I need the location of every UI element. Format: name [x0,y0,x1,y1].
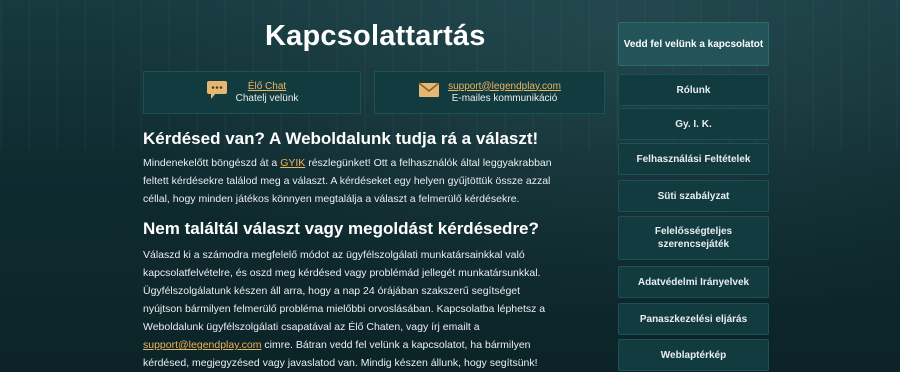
faq-heading: Kérdésed van? A Weboldalunk tudja rá a v… [143,129,539,148]
faq-text: részlegünket! Ott a felhasználók által l… [305,157,552,169]
contact-text: kérdésed, megjegyzésed vagy javaslatod v… [143,357,538,369]
live-chat-subtitle: Chatelj velünk [235,92,299,104]
live-chat-link[interactable]: Élő Chat [248,81,286,93]
contact-text: nyújtson bármilyen felmerülő probléma mi… [143,303,546,315]
contact-text: Ügyfélszolgálatunk készen áll arra, hogy… [143,285,521,297]
envelope-icon [418,82,440,103]
faq-text: feltett kérdésekre találod meg a választ… [143,175,551,187]
live-chat-card[interactable]: Élő Chat Chatelj velünk [143,71,361,114]
faq-link[interactable]: GYIK [280,157,305,169]
sidebar-item-sitemap[interactable]: Weblaptérkép [618,339,769,371]
sidebar-item-cookies[interactable]: Süti szabályzat [618,180,769,212]
page-title: Kapcsolattartás [265,20,486,52]
faq-text: Mindenekelőtt böngészd át a [143,157,281,169]
email-subtitle: E-mailes kommunikáció [451,92,558,104]
sidebar-item-complaints[interactable]: Panaszkezelési eljárás [618,303,769,335]
faq-paragraph: Mindenekelőtt böngészd át a GYIK részleg… [143,154,605,208]
sidebar-item-terms[interactable]: Felhasználási Feltételek [618,143,769,175]
sidebar-item-privacy[interactable]: Adatvédelmi Irányelvek [618,266,769,298]
support-email-link[interactable]: support@legendplay.com [143,339,261,351]
main-content: Kérdésed van? A Weboldalunk tudja rá a v… [143,128,605,372]
email-card[interactable]: support@legendplay.com E-mailes kommunik… [374,71,605,114]
contact-text: cimre. Bátran vedd fel velünk a kapcsola… [261,339,531,351]
sidebar-item-responsible-gaming[interactable]: Felelősségteljes szerencsejáték [618,216,769,260]
sidebar-item-about[interactable]: Rólunk [618,74,769,106]
sidebar-item-contact[interactable]: Vedd fel velünk a kapcsolatot [618,22,769,66]
no-answer-heading: Nem találtál választ vagy megoldást kérd… [143,219,539,238]
sidebar-item-faq[interactable]: Gy. I. K. [618,108,769,140]
contact-text: Weboldalunk ügyfélszolgálati csapatával … [143,321,480,333]
email-link[interactable]: support@legendplay.com [448,81,561,93]
contact-paragraph: Válaszd ki a számodra megfelelő módot az… [143,246,605,372]
chat-bubble-icon [206,80,228,105]
contact-text: kapcsolatfelvételre, és oszd meg kérdése… [143,267,541,279]
faq-text: céllal, hogy minden játékos könnyen megt… [143,193,520,205]
contact-text: Válaszd ki a számodra megfelelő módot az… [143,249,525,261]
